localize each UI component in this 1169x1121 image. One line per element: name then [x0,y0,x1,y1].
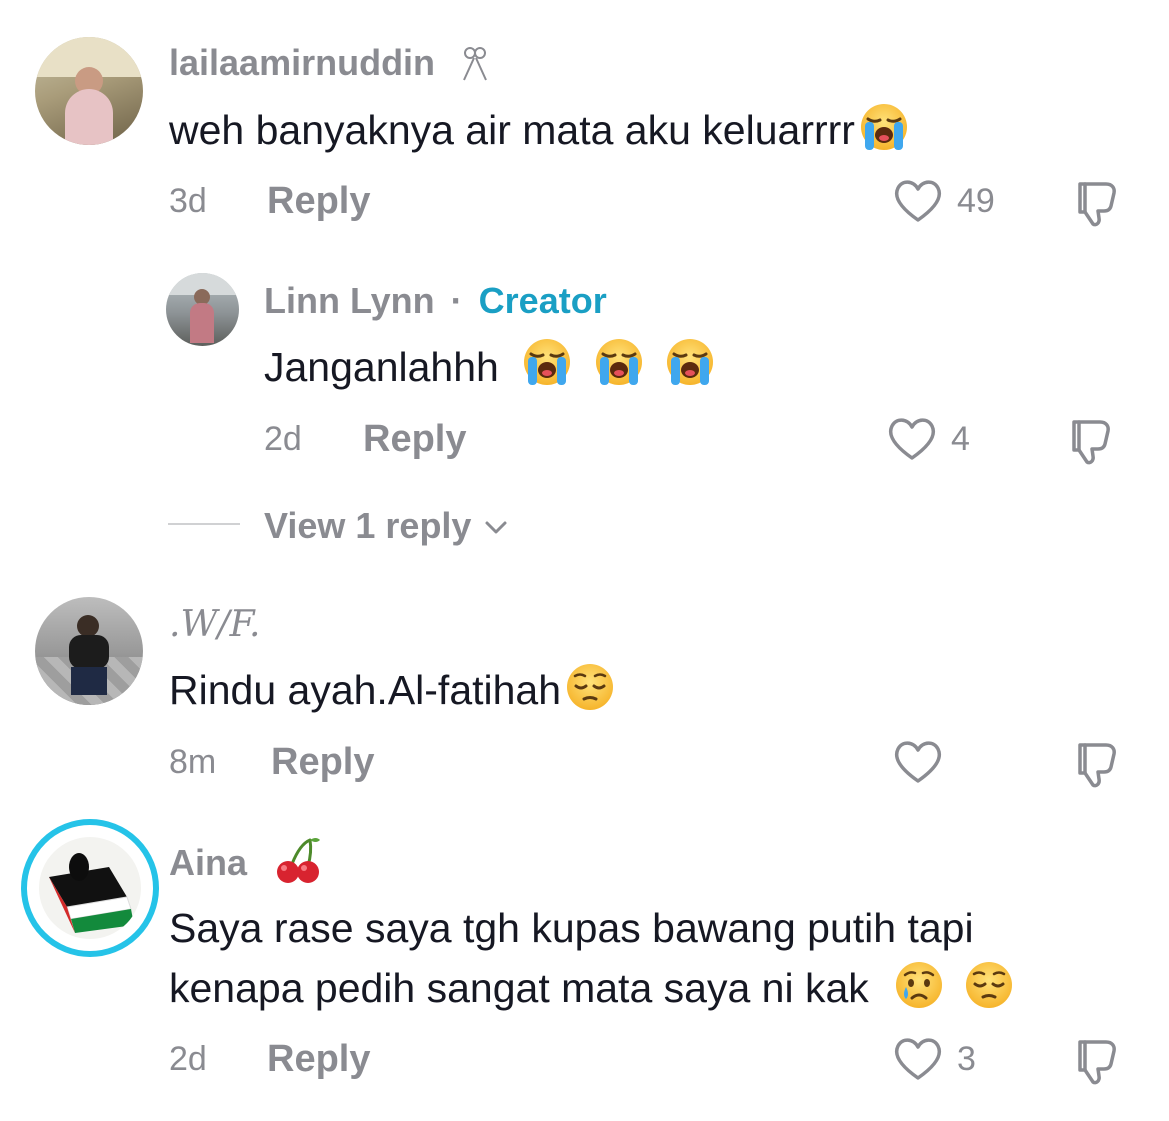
reply-button[interactable]: Reply [271,741,374,784]
comment-text: weh banyaknya air mata aku keluarrrr [169,100,909,160]
comment-age: 8m [169,743,217,781]
divider [168,523,240,525]
comment-text: Janganlahhh [264,337,717,397]
heart-icon[interactable] [886,414,938,464]
avatar[interactable] [21,819,159,957]
loudly-crying-face-emoji [859,102,909,152]
comment-text: Saya rase saya tgh kupas bawang putih ta… [169,898,1014,1018]
loudly-crying-face-emoji [522,337,572,387]
comment-username[interactable]: Aina [169,842,247,884]
dislike-icon[interactable] [1074,178,1124,230]
reply-button[interactable]: Reply [363,418,466,461]
pensive-face-emoji [964,960,1014,1010]
comment-age: 2d [264,420,302,458]
reply-button[interactable]: Reply [267,180,370,223]
avatar[interactable] [35,37,143,145]
pensive-face-emoji [565,662,615,712]
cherries-icon [277,838,320,883]
heart-icon[interactable] [892,737,944,787]
ribbon-icon [463,47,487,81]
like-count: 49 [957,182,995,220]
crying-face-emoji [894,960,944,1010]
comment-username[interactable]: lailaamirnuddin [169,42,435,84]
avatar[interactable] [35,597,143,705]
comment-username[interactable]: Linn Lynn · Creator [264,280,607,322]
dislike-icon[interactable] [1074,1036,1124,1088]
comment-username[interactable]: .W/F. [169,604,260,645]
dislike-icon[interactable] [1068,416,1118,468]
reply-button[interactable]: Reply [267,1038,370,1081]
chevron-down-icon [485,521,507,534]
heart-icon[interactable] [892,176,944,226]
comment-age: 2d [169,1040,207,1078]
heart-icon[interactable] [892,1034,944,1084]
dislike-icon[interactable] [1074,739,1124,791]
like-count: 4 [951,420,970,458]
flag-image [49,853,134,933]
creator-label: Creator [478,280,607,321]
separator: · [450,280,463,321]
like-count: 3 [957,1040,976,1078]
comment-age: 3d [169,182,207,220]
avatar[interactable] [166,273,239,346]
loudly-crying-face-emoji [665,337,715,387]
comment-text: Rindu ayah.Al-fatihah [169,660,615,720]
loudly-crying-face-emoji [594,337,644,387]
view-replies-button[interactable]: View 1 reply [264,505,509,547]
